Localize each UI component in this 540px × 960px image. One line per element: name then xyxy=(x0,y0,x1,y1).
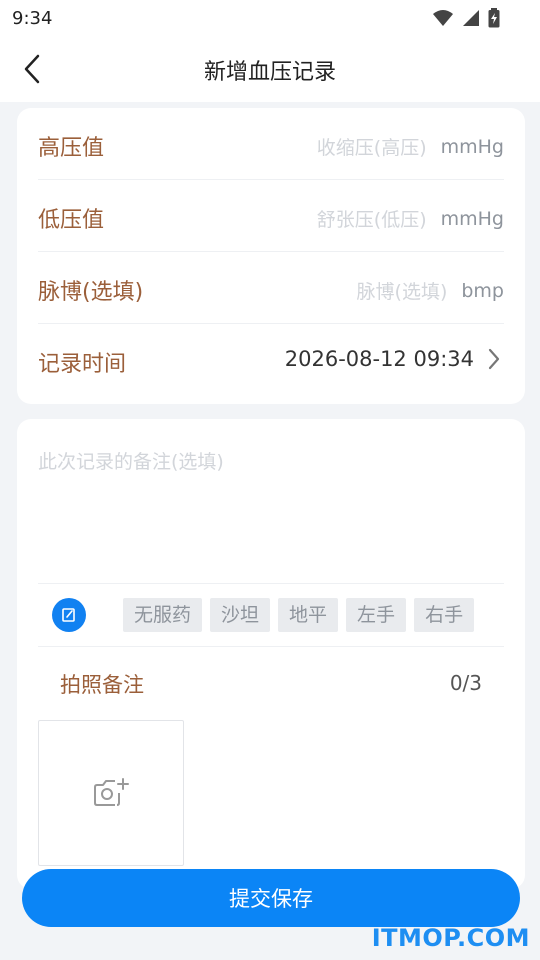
submit-button[interactable]: 提交保存 xyxy=(22,869,520,927)
battery-icon xyxy=(488,8,500,28)
pulse-label: 脉博(选填) xyxy=(38,280,144,305)
status-bar: 9:34 xyxy=(0,0,540,36)
add-photo-button[interactable] xyxy=(38,720,184,866)
record-time-row[interactable]: 记录时间 2026-08-12 09:34 xyxy=(38,324,504,396)
record-time-value[interactable]: 2026-08-12 09:34 xyxy=(285,347,474,371)
systolic-label: 高压值 xyxy=(38,136,105,161)
systolic-unit: mmHg xyxy=(440,135,504,158)
pulse-row[interactable]: 脉博(选填) 脉博(选填) bmp xyxy=(38,252,504,324)
tag-no-medication[interactable]: 无服药 xyxy=(123,598,203,632)
chevron-right-icon xyxy=(488,348,500,370)
tag-left-hand[interactable]: 左手 xyxy=(346,598,407,632)
diastolic-label: 低压值 xyxy=(38,208,105,233)
diastolic-row[interactable]: 低压值 舒张压(低压) mmHg xyxy=(38,180,504,252)
tag-sartan[interactable]: 沙坦 xyxy=(210,598,271,632)
divider xyxy=(38,583,504,584)
pulse-input[interactable]: 脉博(选填) xyxy=(357,277,448,304)
camera-add-icon xyxy=(94,778,129,806)
pulse-unit: bmp xyxy=(461,279,504,302)
tag-right-hand[interactable]: 右手 xyxy=(414,598,475,632)
edit-note-button[interactable] xyxy=(52,598,86,632)
status-time: 9:34 xyxy=(12,8,53,29)
nav-bar: 新增血压记录 xyxy=(0,36,540,102)
note-input[interactable]: 此次记录的备注(选填) xyxy=(38,447,224,474)
signal-icon xyxy=(463,10,479,26)
wifi-icon xyxy=(433,10,453,26)
systolic-input[interactable]: 收缩压(高压) xyxy=(317,133,427,160)
record-time-label: 记录时间 xyxy=(38,352,127,377)
edit-icon xyxy=(62,608,75,622)
page-title: 新增血压记录 xyxy=(203,60,336,85)
diastolic-input[interactable]: 舒张压(低压) xyxy=(317,205,427,232)
tag-dipine[interactable]: 地平 xyxy=(278,598,339,632)
systolic-row[interactable]: 高压值 收缩压(高压) mmHg xyxy=(38,108,504,180)
notes-card: 此次记录的备注(选填) 无服药 沙坦 地平 左手 右手 拍照备注 0/3 xyxy=(17,419,525,889)
status-icons xyxy=(432,8,500,28)
diastolic-unit: mmHg xyxy=(440,207,504,230)
measurement-card: 高压值 收缩压(高压) mmHg 低压值 舒张压(低压) mmHg 脉博(选填)… xyxy=(17,108,525,404)
divider xyxy=(38,646,504,647)
photo-note-label: 拍照备注 xyxy=(60,673,144,697)
photo-count: 0/3 xyxy=(449,671,482,695)
watermark: ITMOP.COM xyxy=(371,924,530,952)
quick-tags: 无服药 沙坦 地平 左手 右手 xyxy=(123,598,475,632)
